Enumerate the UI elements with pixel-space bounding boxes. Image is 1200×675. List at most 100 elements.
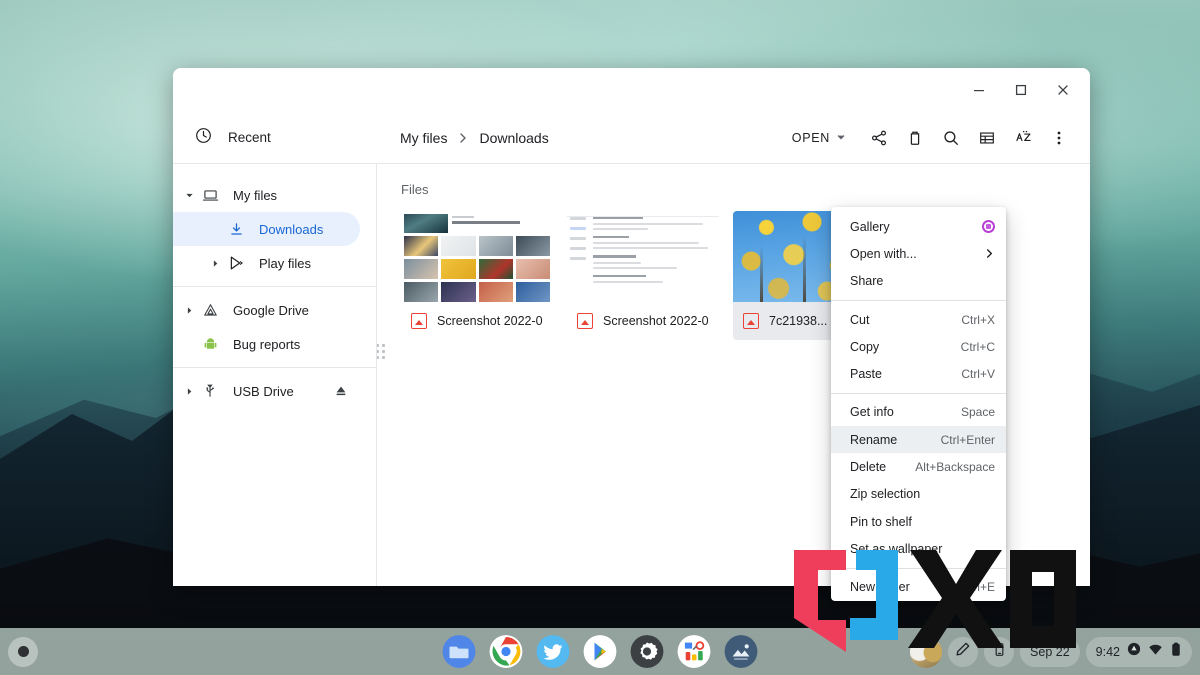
file-thumbnail — [401, 211, 553, 302]
chevron-right-icon — [457, 132, 469, 144]
file-thumbnail — [567, 211, 719, 302]
sidebar-group-cloud: Google Drive Bug reports — [173, 286, 376, 367]
shelf-app-files[interactable] — [442, 635, 476, 668]
sidebar-item-recent[interactable]: Recent — [173, 112, 376, 164]
share-button[interactable] — [862, 121, 896, 155]
open-button-label: OPEN — [791, 130, 830, 145]
sidebar-group-removable: USB Drive — [173, 367, 376, 414]
context-menu-item-paste[interactable]: Paste Ctrl+V — [831, 360, 1006, 387]
drive-icon — [199, 302, 221, 319]
download-icon — [225, 221, 247, 238]
file-name: 7c21938... — [769, 314, 828, 328]
gallery-app-icon — [982, 220, 995, 234]
context-menu-item-delete[interactable]: Delete Alt+Backspace — [831, 453, 1006, 480]
sidebar-label-usb-drive: USB Drive — [233, 383, 294, 399]
sidebar-label-google-drive: Google Drive — [233, 302, 309, 318]
menu-item-label: Get info — [850, 405, 894, 420]
menu-item-label: Open with... — [850, 246, 917, 261]
eject-icon[interactable] — [334, 384, 348, 398]
shelf-app-gallery[interactable] — [724, 635, 758, 668]
shelf-app-twitter[interactable] — [536, 635, 570, 668]
settings-page-screenshot — [567, 211, 719, 302]
maximize-button[interactable] — [1000, 72, 1042, 108]
sidebar-label-downloads: Downloads — [259, 221, 324, 237]
menu-item-label: Delete — [850, 460, 887, 475]
twisty-collapsed-icon[interactable] — [205, 259, 225, 268]
file-name: Screenshot 2022-0... — [437, 314, 543, 328]
window-top-row: Recent My files Downloads OPEN — [173, 112, 1090, 164]
twisty-collapsed-icon[interactable] — [179, 306, 199, 315]
context-menu-item-gallery[interactable]: Gallery — [831, 213, 1006, 240]
image-file-icon — [411, 313, 427, 329]
menu-item-shortcut: Alt+Backspace — [915, 460, 995, 475]
gallery-grid-screenshot — [401, 211, 553, 302]
sort-az-button[interactable] — [1006, 121, 1040, 155]
open-button[interactable]: OPEN — [782, 122, 852, 154]
menu-item-label: Pin to shelf — [850, 514, 912, 529]
wifi-icon — [1148, 642, 1163, 662]
shelf-app-chrome[interactable] — [489, 635, 523, 668]
sidebar-label-bug-reports: Bug reports — [233, 336, 301, 352]
sidebar-item-my-files[interactable]: My files — [173, 178, 360, 212]
shelf-app-play-store[interactable] — [583, 635, 617, 668]
context-menu-item-copy[interactable]: Copy Ctrl+C — [831, 333, 1006, 360]
delete-button[interactable] — [898, 121, 932, 155]
menu-item-label: Copy — [850, 339, 880, 354]
sidebar-item-play-files[interactable]: Play files — [173, 246, 360, 280]
close-button[interactable] — [1042, 72, 1084, 108]
search-button[interactable] — [934, 121, 968, 155]
files-section-heading: Files — [401, 182, 429, 197]
shelf-app-office-suite[interactable] — [677, 635, 711, 668]
system-tray[interactable]: 9:42 — [1085, 636, 1192, 667]
file-card[interactable]: Screenshot 2022-0... — [401, 211, 553, 340]
context-menu-item-get-info[interactable]: Get info Space — [831, 399, 1006, 426]
android-icon — [199, 337, 221, 352]
breadcrumb-current[interactable]: Downloads — [479, 130, 548, 146]
menu-item-shortcut: Ctrl+V — [961, 367, 995, 382]
xda-watermark — [784, 548, 1084, 666]
list-view-button[interactable] — [970, 121, 1004, 155]
sidebar-item-google-drive[interactable]: Google Drive — [173, 293, 360, 327]
menu-item-label: Zip selection — [850, 487, 921, 502]
context-menu-item-rename[interactable]: Rename Ctrl+Enter — [831, 426, 1006, 454]
file-card[interactable]: Screenshot 2022-0... — [567, 211, 719, 340]
breadcrumb-root[interactable]: My files — [400, 130, 447, 146]
menu-item-shortcut: Ctrl+Enter — [940, 432, 995, 447]
minimize-button[interactable] — [958, 72, 1000, 108]
file-card-footer: Screenshot 2022-0... — [567, 302, 719, 340]
context-menu-item-pin-to-shelf[interactable]: Pin to shelf — [831, 508, 1006, 535]
sidebar-item-usb-drive[interactable]: USB Drive — [173, 374, 360, 408]
breadcrumb: My files Downloads OPEN — [376, 112, 1090, 164]
sidebar-item-downloads[interactable]: Downloads — [173, 212, 360, 246]
menu-item-shortcut: Space — [960, 405, 995, 420]
menu-item-label: Rename — [850, 432, 898, 447]
play-store-icon — [225, 255, 247, 271]
context-menu-item-share[interactable]: Share — [831, 268, 1006, 295]
shelf-app-settings[interactable] — [630, 635, 664, 668]
computer-icon — [199, 187, 221, 204]
menu-separator — [831, 299, 1006, 301]
sidebar-group-my-files: My files Downloads Play files — [173, 172, 376, 286]
context-menu-item-zip-selection[interactable]: Zip selection — [831, 481, 1006, 508]
submenu-arrow-icon — [984, 248, 995, 259]
menu-item-label: Cut — [850, 312, 870, 327]
chevron-down-icon — [836, 131, 846, 145]
image-file-icon — [577, 313, 593, 329]
twisty-collapsed-icon[interactable] — [179, 387, 199, 396]
context-menu-item-cut[interactable]: Cut Ctrl+X — [831, 306, 1006, 333]
sidebar-item-bug-reports[interactable]: Bug reports — [173, 327, 360, 361]
menu-item-label: Share — [850, 274, 884, 289]
context-menu-item-open-with[interactable]: Open with... — [831, 240, 1006, 267]
file-name: Screenshot 2022-0... — [603, 314, 709, 328]
window-titlebar[interactable] — [173, 68, 1090, 112]
launcher-button[interactable] — [8, 636, 38, 667]
time-label: 9:42 — [1095, 644, 1120, 659]
twisty-expanded-icon[interactable] — [179, 191, 199, 200]
menu-item-label: Paste — [850, 367, 882, 382]
clock-icon — [195, 127, 212, 149]
file-context-menu: Gallery Open with... Share Cut Ctrl+X Co… — [831, 207, 1006, 601]
usb-icon — [199, 383, 221, 399]
sidebar-label-play-files: Play files — [259, 255, 312, 271]
more-options-button[interactable] — [1042, 121, 1076, 155]
battery-icon — [1170, 642, 1182, 662]
